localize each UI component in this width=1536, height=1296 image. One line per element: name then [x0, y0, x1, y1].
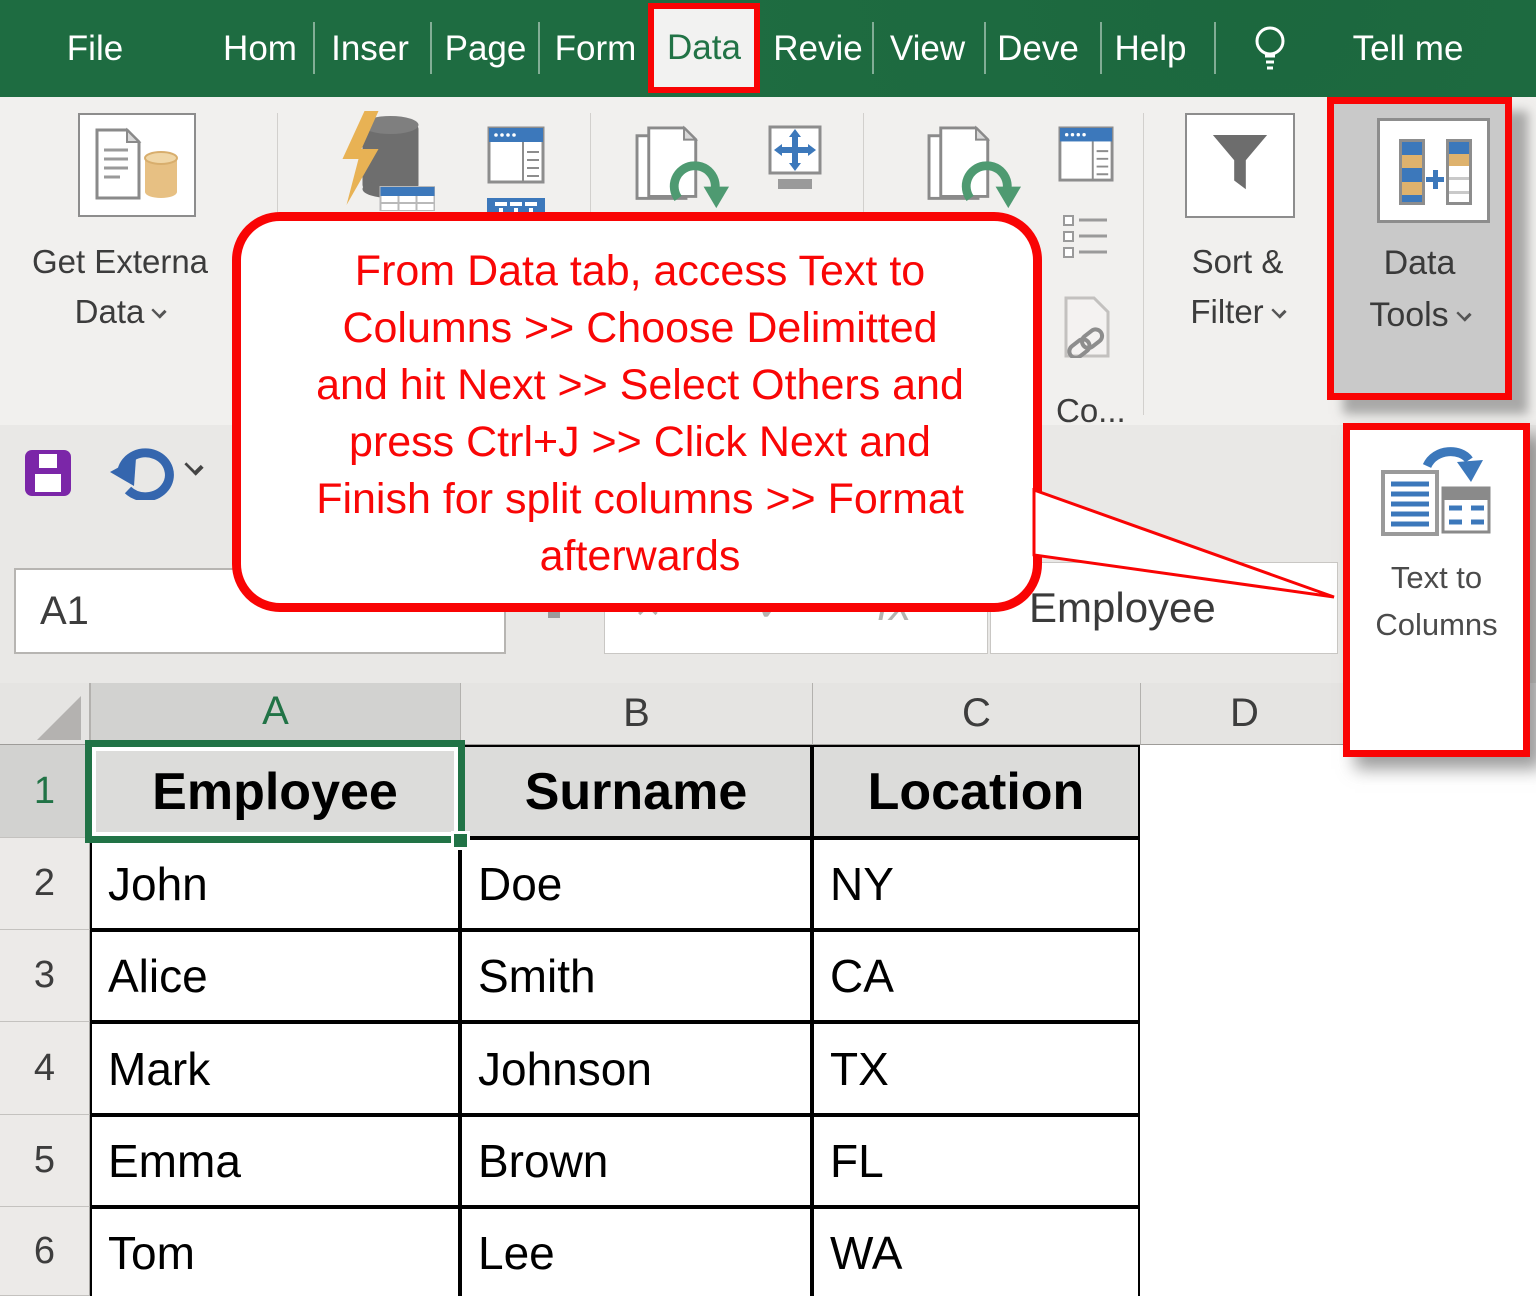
table-icon — [487, 126, 545, 184]
sort-filter-label: Sort & Filter — [1150, 237, 1325, 337]
cell-c6[interactable]: WA — [812, 1207, 1140, 1296]
tab-developer[interactable]: Deve — [988, 0, 1088, 97]
cell-a2[interactable]: John — [90, 838, 460, 930]
data-tools-iconbox — [1377, 118, 1490, 223]
connections-table-icon — [1058, 126, 1114, 182]
excel-window: File Hom Inser Page Form Data Revie View… — [0, 0, 1536, 1296]
cell-b3[interactable]: Smith — [460, 930, 812, 1022]
get-external-data-label: Get Externa Data — [0, 237, 240, 337]
refresh-data-icon — [923, 124, 1029, 216]
cell-c4[interactable]: TX — [812, 1022, 1140, 1115]
tab-review[interactable]: Revie — [768, 0, 868, 97]
cell-c2[interactable]: NY — [812, 838, 1140, 930]
save-button[interactable] — [25, 450, 71, 496]
tab-divider — [984, 22, 986, 74]
tell-me-box[interactable]: Tell me — [1338, 0, 1478, 97]
tab-data-label: Data — [667, 28, 741, 68]
column-header-a[interactable]: A — [90, 683, 460, 745]
text-to-columns-button[interactable]: Text to Columns — [1343, 423, 1530, 757]
tab-divider — [872, 22, 874, 74]
tab-divider — [1214, 22, 1216, 74]
undo-button[interactable] — [110, 446, 178, 505]
fill-handle[interactable] — [451, 831, 470, 850]
tab-page-layout[interactable]: Page — [438, 0, 533, 97]
select-all-triangle-icon — [37, 696, 81, 740]
cell-a3[interactable]: Alice — [90, 930, 460, 1022]
refresh-all-icon — [633, 124, 735, 216]
annotation-text: From Data tab, access Text to Columns >>… — [247, 243, 1033, 585]
refresh-data-button[interactable] — [923, 124, 1029, 221]
tab-divider — [430, 22, 432, 74]
queries-connections-button[interactable] — [1058, 126, 1114, 187]
row-header-3[interactable]: 3 — [0, 930, 90, 1022]
formula-bar-input[interactable]: Employee — [990, 562, 1338, 654]
column-header-d[interactable]: D — [1140, 683, 1348, 745]
menu-bar: File Hom Inser Page Form Data Revie View… — [0, 0, 1536, 97]
column-header-b[interactable]: B — [460, 683, 812, 745]
data-tools-icon — [1399, 139, 1425, 205]
cell-b6[interactable]: Lee — [460, 1207, 812, 1296]
tab-view[interactable]: View — [880, 0, 975, 97]
link-icon — [1062, 296, 1112, 358]
dropdown-chevron-icon — [152, 303, 167, 318]
cell-b1[interactable]: Surname — [460, 745, 812, 838]
cell-c1[interactable]: Location — [812, 745, 1140, 838]
row-header-4[interactable]: 4 — [0, 1022, 90, 1115]
properties-button[interactable] — [768, 125, 824, 196]
tab-file[interactable]: File — [55, 0, 135, 97]
refresh-all-button[interactable] — [633, 124, 735, 221]
tab-formulas[interactable]: Form — [548, 0, 643, 97]
row-header-2[interactable]: 2 — [0, 838, 90, 930]
tab-divider — [1100, 22, 1102, 74]
tab-home[interactable]: Hom — [210, 0, 310, 97]
cell-a6[interactable]: Tom — [90, 1207, 460, 1296]
cell-c3[interactable]: CA — [812, 930, 1140, 1022]
tab-divider — [313, 22, 315, 74]
row-header-6[interactable]: 6 — [0, 1207, 90, 1296]
data-tools-label: Data Tools — [1334, 237, 1505, 341]
tab-data-active[interactable]: Data — [648, 3, 760, 93]
cell-c5[interactable]: FL — [812, 1115, 1140, 1207]
tab-help[interactable]: Help — [1103, 0, 1198, 97]
dropdown-chevron-icon — [1456, 306, 1471, 321]
table-tools-button[interactable] — [487, 126, 545, 189]
sort-filter-button[interactable] — [1185, 113, 1295, 218]
undo-icon — [110, 446, 178, 500]
select-all-corner[interactable] — [0, 683, 90, 745]
row-header-5[interactable]: 5 — [0, 1115, 90, 1207]
get-external-data-icon — [91, 126, 183, 204]
annotation-callout: From Data tab, access Text to Columns >>… — [232, 212, 1042, 612]
tab-insert[interactable]: Inser — [320, 0, 420, 97]
lightbulb-icon[interactable] — [1248, 24, 1292, 79]
cell-a1[interactable]: Employee — [90, 745, 460, 838]
group-divider — [590, 113, 591, 212]
cell-a5[interactable]: Emma — [90, 1115, 460, 1207]
text-to-columns-icon — [1381, 444, 1493, 540]
get-external-data-button[interactable] — [78, 113, 196, 217]
edit-links-button[interactable] — [1062, 296, 1112, 363]
cell-b4[interactable]: Johnson — [460, 1022, 812, 1115]
properties-list-button[interactable] — [1062, 212, 1110, 269]
column-header-c[interactable]: C — [812, 683, 1140, 745]
tab-divider — [538, 22, 540, 74]
cell-b2[interactable]: Doe — [460, 838, 812, 930]
row-header-1[interactable]: 1 — [0, 745, 90, 838]
new-query-button[interactable] — [330, 111, 435, 216]
dropdown-chevron-icon — [1271, 303, 1286, 318]
list-icon — [1062, 212, 1110, 264]
properties-icon — [768, 125, 824, 191]
filter-funnel-icon — [1209, 131, 1271, 201]
cell-a4[interactable]: Mark — [90, 1022, 460, 1115]
text-to-columns-label: Text to Columns — [1375, 554, 1497, 648]
group-divider — [863, 113, 864, 212]
data-tools-button[interactable]: Data Tools — [1327, 97, 1512, 400]
new-query-icon — [330, 111, 435, 211]
cell-b5[interactable]: Brown — [460, 1115, 812, 1207]
group-divider — [1143, 113, 1144, 415]
